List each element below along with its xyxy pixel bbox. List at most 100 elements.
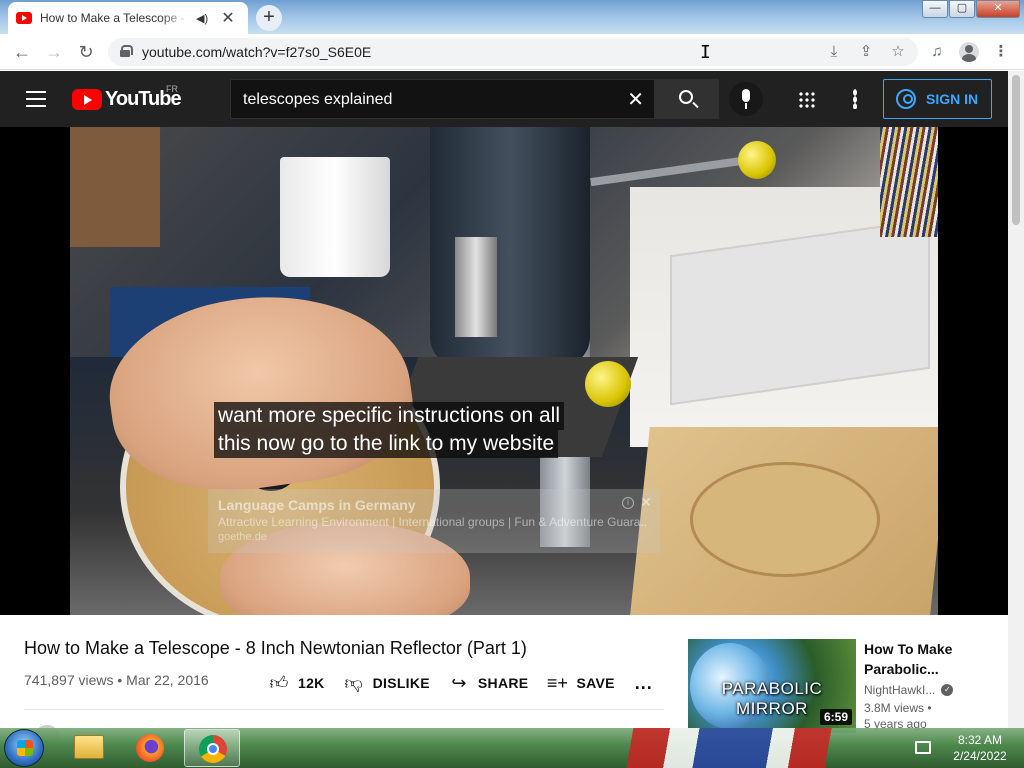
pegboard-image <box>70 127 160 247</box>
browser-tab-strip: How to Make a Telescope - 8 ◀) ✕ + — ▢ ✕ <box>0 0 1024 34</box>
new-tab-button[interactable]: + <box>256 5 282 31</box>
recommended-channel[interactable]: NightHawkI... ✓ <box>864 683 1004 697</box>
recommended-video[interactable]: PARABOLIC MIRROR 6:59 How To Make Parabo… <box>688 639 1008 733</box>
caption-line: this now go to the link to my website <box>214 430 559 458</box>
settings-more-icon[interactable] <box>853 89 857 109</box>
divider <box>24 709 664 710</box>
yellow-knob-image <box>585 361 631 407</box>
window-controls: — ▢ ✕ <box>921 0 1020 18</box>
recommended-thumbnail[interactable]: PARABOLIC MIRROR 6:59 <box>688 639 856 733</box>
save-button[interactable]: ≡+ SAVE <box>546 672 615 694</box>
close-window-button[interactable]: ✕ <box>976 0 1020 18</box>
like-button[interactable]: 👍︎ 12K <box>268 672 325 694</box>
search-button[interactable] <box>655 79 719 119</box>
share-page-icon[interactable]: ⇪ <box>857 43 875 61</box>
verified-check-icon: ✓ <box>941 684 954 696</box>
firefox-icon <box>136 734 164 762</box>
tab-close-button[interactable]: ✕ <box>220 8 236 28</box>
taskbar-explorer[interactable] <box>60 729 116 767</box>
text-cursor-icon: I <box>700 42 711 63</box>
clock-date: 2/24/2022 <box>953 749 1007 763</box>
share-label: SHARE <box>477 675 529 691</box>
recommended-views: 3.8M views • <box>864 701 932 715</box>
share-arrow-icon: ↪ <box>451 673 467 693</box>
menu-icon[interactable] <box>26 91 46 107</box>
forward-arrow-icon[interactable]: → <box>42 40 66 64</box>
ad-close-icon[interactable]: ✕ <box>640 494 652 511</box>
ad-title[interactable]: Language Camps in Germany <box>218 497 650 513</box>
drill-lever-image <box>590 155 750 187</box>
bucket-image <box>280 157 390 277</box>
dislike-button[interactable]: 👎︎ DISLIKE <box>343 672 430 694</box>
pencils-image <box>880 127 938 237</box>
ad-description: Attractive Learning Environment | Intern… <box>218 515 648 529</box>
bookmark-star-icon[interactable]: ☆ <box>889 43 907 61</box>
youtube-favicon-icon <box>16 12 32 24</box>
network-icon[interactable] <box>915 741 931 754</box>
country-code: FR <box>166 84 178 94</box>
search-input[interactable]: telescopes explained ✕ <box>230 79 655 119</box>
video-duration: 6:59 <box>819 709 852 725</box>
windows-taskbar: 8:32 AM 2/24/2022 <box>0 728 1024 768</box>
clock[interactable]: 8:32 AM 2/24/2022 <box>941 732 1019 764</box>
ad-url: goethe.de <box>218 531 267 543</box>
scrollbar-thumb[interactable] <box>1012 75 1020 225</box>
like-count: 12K <box>298 675 325 691</box>
tab-title: How to Make a Telescope - 8 <box>40 11 190 25</box>
recommended-info: How To Make Parabolic... NightHawkI... ✓… <box>864 639 1004 731</box>
browser-toolbar: ← → ↻ youtube.com/watch?v=f27s0_S6E0E ⤓ … <box>0 34 1024 70</box>
drill-chuck-image <box>455 237 497 337</box>
minimize-button[interactable]: — <box>922 0 948 18</box>
account-icon <box>896 89 916 109</box>
taskbar-chrome[interactable] <box>184 729 240 767</box>
drill-press-image <box>430 127 590 367</box>
share-button[interactable]: ↪ SHARE <box>448 672 529 694</box>
video-actions: 👍︎ 12K 👎︎ DISLIKE ↪ SHARE ≡+ SAVE ... <box>268 672 653 694</box>
back-arrow-icon[interactable]: ← <box>10 40 34 64</box>
thumbs-down-icon: 👎︎ <box>344 673 363 693</box>
yellow-knob-image <box>738 141 776 179</box>
youtube-play-logo-icon <box>72 89 102 110</box>
youtube-logo[interactable]: YouTube <box>72 88 182 111</box>
video-title: How to Make a Telescope - 8 Inch Newtoni… <box>24 638 527 658</box>
video-views-date: 741,897 views • Mar 22, 2016 <box>24 672 209 688</box>
system-tray: 8:32 AM 2/24/2022 <box>905 728 1024 768</box>
search-query-text[interactable]: telescopes explained <box>243 91 392 109</box>
speaker-icon[interactable]: ◀) <box>196 12 210 25</box>
voice-search-mic-icon[interactable] <box>729 82 763 116</box>
thumbs-up-icon: 👍︎ <box>269 673 289 693</box>
video-player[interactable]: want more specific instructions on all t… <box>0 127 1008 615</box>
ad-overlay[interactable]: Language Camps in Germany Attractive Lea… <box>208 489 660 553</box>
ad-info-icon[interactable]: i <box>622 497 634 509</box>
recommended-title[interactable]: How To Make Parabolic... <box>864 639 1004 679</box>
windows-logo-icon <box>17 740 33 756</box>
more-actions-button[interactable]: ... <box>635 673 653 694</box>
media-controls-icon[interactable]: ♫ <box>927 42 947 62</box>
profile-avatar-icon[interactable] <box>959 42 979 62</box>
youtube-masthead: YouTube FR telescopes explained ✕ SIGN I… <box>0 71 1008 127</box>
sign-in-button[interactable]: SIGN IN <box>883 79 992 119</box>
chrome-menu-icon[interactable]: ⋮ <box>991 42 1011 62</box>
recommended-title-line: How To Make <box>864 641 953 657</box>
recommended-title-line: Parabolic... <box>864 661 939 677</box>
sign-in-label: SIGN IN <box>926 91 979 107</box>
apps-grid-icon[interactable] <box>798 91 815 108</box>
taskbar-firefox[interactable] <box>122 729 178 767</box>
maximize-button[interactable]: ▢ <box>949 0 975 18</box>
caption-line: want more specific instructions on all <box>214 402 564 430</box>
clear-search-icon[interactable]: ✕ <box>627 87 644 112</box>
wallpaper-peek <box>560 728 920 768</box>
url-text[interactable]: youtube.com/watch?v=f27s0_S6E0E <box>142 44 371 60</box>
browser-tab[interactable]: How to Make a Telescope - 8 ◀) ✕ <box>8 2 248 34</box>
address-bar[interactable]: youtube.com/watch?v=f27s0_S6E0E ⤓ ⇪ ☆ <box>108 38 918 66</box>
channel-name: NightHawkI... <box>864 683 936 697</box>
reload-icon[interactable]: ↻ <box>74 40 98 64</box>
lock-icon[interactable] <box>120 45 133 57</box>
caption-overlay: want more specific instructions on all t… <box>214 402 564 458</box>
install-icon[interactable]: ⤓ <box>825 43 843 61</box>
page-scrollbar[interactable] <box>1008 71 1024 728</box>
start-button[interactable] <box>4 729 44 767</box>
search-icon <box>679 90 693 104</box>
save-label: SAVE <box>576 675 615 691</box>
clock-time: 8:32 AM <box>957 733 1003 747</box>
